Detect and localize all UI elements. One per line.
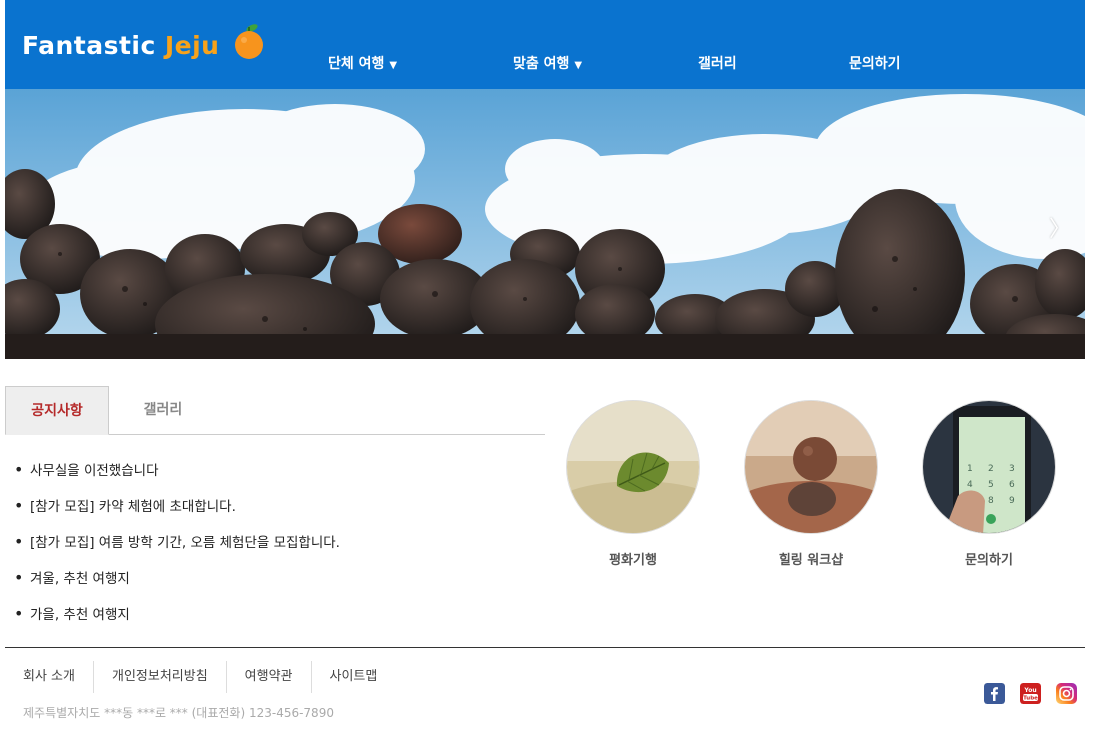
- slider-next-arrow[interactable]: 〉: [1049, 211, 1071, 243]
- svg-text:5: 5: [988, 480, 994, 490]
- footer-divider: [5, 647, 1085, 648]
- footer-link-terms[interactable]: 여행약관: [227, 661, 312, 693]
- svg-text:8: 8: [988, 496, 994, 506]
- nav-label-custom-tour: 맞춤 여행: [513, 56, 570, 72]
- svg-text:4: 4: [967, 480, 973, 490]
- footer-link-privacy[interactable]: 개인정보처리방침: [94, 661, 227, 693]
- nav-custom-tour[interactable]: 맞춤 여행 ▼: [513, 53, 582, 73]
- site-logo[interactable]: Fantastic Jeju: [22, 20, 265, 70]
- nav-gallery[interactable]: 갤러리: [698, 53, 737, 73]
- feature-image-leaf: [566, 400, 700, 534]
- feature-label: 평화기행: [609, 553, 657, 568]
- footer-link-sitemap[interactable]: 사이트맵: [312, 661, 396, 693]
- tab-notice[interactable]: 공지사항: [5, 386, 109, 435]
- instagram-icon[interactable]: [1056, 683, 1077, 704]
- svg-text:2: 2: [988, 464, 994, 474]
- hero-banner: 〉: [5, 89, 1085, 359]
- list-item[interactable]: 겨울, 추천 여행지: [14, 560, 534, 596]
- list-item[interactable]: 가을, 추천 여행지: [14, 596, 534, 632]
- feature-image-phone: 123 456 789: [922, 400, 1056, 534]
- nav-group-tour[interactable]: 단체 여행 ▼: [328, 53, 397, 73]
- svg-text:6: 6: [1009, 480, 1015, 490]
- logo-text-fantastic: Fantastic: [22, 30, 156, 60]
- feature-label: 힐링 워크샵: [778, 553, 844, 568]
- feature-peace-tour[interactable]: 평화기행: [566, 400, 700, 568]
- list-item[interactable]: [참가 모집] 여름 방학 기간, 오름 체험단을 모집합니다.: [14, 524, 534, 560]
- svg-text:3: 3: [1009, 464, 1015, 474]
- feature-contact[interactable]: 123 456 789 문의하기: [922, 400, 1056, 568]
- list-item[interactable]: 사무실을 이전했습니다: [14, 452, 534, 488]
- list-item[interactable]: [참가 모집] 카약 체험에 초대합니다.: [14, 488, 534, 524]
- youtube-icon[interactable]: You Tube: [1020, 683, 1041, 704]
- feature-label: 문의하기: [965, 553, 1013, 568]
- chevron-down-icon: ▼: [574, 60, 583, 71]
- svg-text:You: You: [1023, 687, 1036, 694]
- svg-text:1: 1: [967, 464, 973, 474]
- hero-image-basalt-wall: [5, 89, 1085, 359]
- nav-label-group-tour: 단체 여행: [328, 56, 385, 72]
- footer-link-about[interactable]: 회사 소개: [5, 661, 94, 693]
- footer-links: 회사 소개 개인정보처리방침 여행약관 사이트맵: [5, 661, 395, 693]
- site-header: Fantastic Jeju 단체 여행 ▼ 맞춤 여행 ▼ 갤러리 문의하기: [5, 0, 1085, 89]
- tab-gallery[interactable]: 갤러리: [109, 386, 217, 435]
- board-tabs: 공지사항 갤러리: [5, 386, 545, 435]
- logo-text-jeju: Jeju: [164, 30, 220, 60]
- svg-text:9: 9: [1009, 496, 1015, 506]
- svg-text:Tube: Tube: [1023, 696, 1038, 702]
- chevron-down-icon: ▼: [389, 60, 398, 71]
- feature-healing-workshop[interactable]: 힐링 워크샵: [744, 400, 878, 568]
- facebook-icon[interactable]: [984, 683, 1005, 704]
- feature-image-stones: [744, 400, 878, 534]
- orange-icon: [235, 24, 264, 59]
- nav-contact[interactable]: 문의하기: [849, 53, 901, 73]
- notice-list: 사무실을 이전했습니다 [참가 모집] 카약 체험에 초대합니다. [참가 모집…: [14, 452, 534, 632]
- footer-address: 제주특별자치도 ***동 ***로 *** (대표전화) 123-456-789…: [23, 706, 334, 720]
